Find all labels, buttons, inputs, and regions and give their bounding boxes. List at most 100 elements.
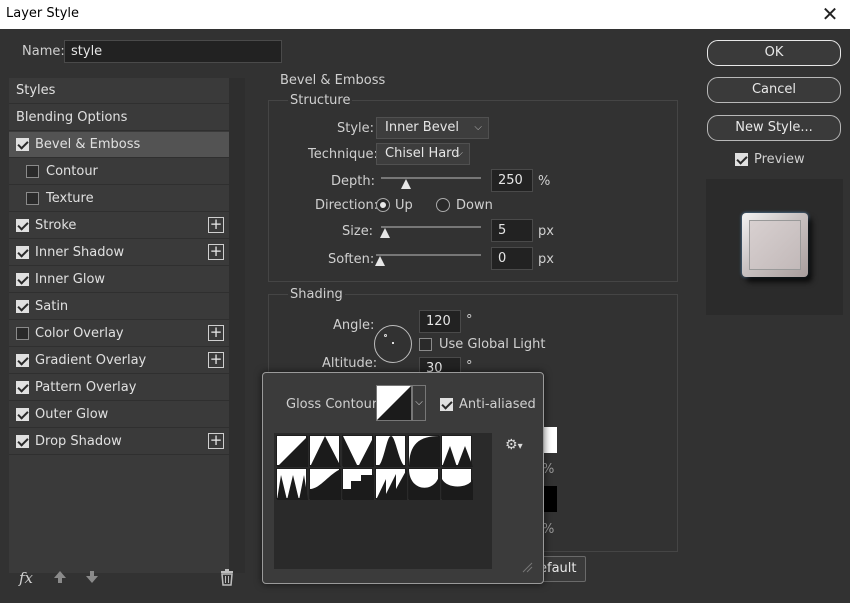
style-item-pattern-overlay[interactable]: Pattern Overlay [9,375,229,401]
contour-rolling-slope[interactable] [309,468,341,500]
style-item-bevel-emboss[interactable]: Bevel & Emboss [9,132,229,158]
direction-down-radio[interactable] [436,198,450,212]
contour-ring-double[interactable] [276,468,308,500]
style-item-gradient-overlay[interactable]: Gradient Overlay + [9,348,229,374]
style-select[interactable]: Inner Bevel ⌵ [376,117,489,139]
move-up-icon[interactable] [52,569,68,589]
direction-up-radio[interactable] [376,198,390,212]
depth-slider[interactable] [381,177,481,179]
style-item-satin[interactable]: Satin [9,294,229,320]
style-item-checkbox[interactable] [16,138,29,151]
style-item-label: Satin [35,299,69,314]
style-item-blending-options[interactable]: Blending Options [9,105,229,131]
chevron-down-icon: ⌵ [455,148,463,159]
size-input[interactable]: 5 [491,219,533,242]
style-item-checkbox[interactable] [16,327,29,340]
style-item-label: Inner Shadow [35,245,125,260]
preview-swatch-face [749,220,801,270]
bevel-heading: Bevel & Emboss [280,73,386,88]
anti-aliased-checkbox[interactable] [440,398,453,411]
cancel-button[interactable]: Cancel [707,77,841,103]
add-effect-icon[interactable]: + [208,352,224,368]
angle-input[interactable]: 120 [419,310,461,333]
style-item-checkbox[interactable] [26,165,39,178]
move-down-icon[interactable] [84,569,100,589]
anti-aliased-label: Anti-aliased [459,397,536,412]
contour-half-round[interactable] [408,435,440,467]
technique-select-value: Chisel Hard [385,146,460,161]
technique-select[interactable]: Chisel Hard ⌵ [376,143,470,165]
style-item-checkbox[interactable] [26,192,39,205]
fx-icon[interactable]: fx [19,569,33,587]
contour-cone[interactable] [309,435,341,467]
global-light-checkbox[interactable] [419,338,432,351]
angle-dial-handle [384,334,387,337]
style-item-contour[interactable]: Contour [9,159,229,185]
contour-cove-deep[interactable] [408,468,440,500]
preview-checkbox[interactable] [735,153,748,166]
style-item-styles[interactable]: Styles [9,78,229,104]
gloss-contour-preview[interactable] [376,385,412,421]
resize-grip-icon[interactable] [521,561,533,573]
trash-icon[interactable] [219,568,235,590]
contour-ring[interactable] [441,435,473,467]
soften-input[interactable]: 0 [491,247,533,270]
style-item-inner-glow[interactable]: Inner Glow [9,267,229,293]
style-item-checkbox[interactable] [16,408,29,421]
contour-gaussian[interactable] [375,435,407,467]
style-item-outer-glow[interactable]: Outer Glow [9,402,229,428]
preview-swatch [742,213,808,277]
new-style-button[interactable]: New Style... [707,115,841,141]
style-item-label: Outer Glow [35,407,109,422]
styles-scrollbar[interactable] [229,78,245,573]
technique-label: Technique: [308,147,378,162]
ok-button[interactable]: OK [707,40,841,66]
style-item-checkbox[interactable] [16,246,29,259]
style-item-color-overlay[interactable]: Color Overlay + [9,321,229,347]
style-item-checkbox[interactable] [16,354,29,367]
style-item-inner-shadow[interactable]: Inner Shadow + [9,240,229,266]
style-item-texture[interactable]: Texture [9,186,229,212]
soften-label: Soften: [328,252,375,267]
style-label: Style: [337,121,375,136]
gloss-contour-dropdown[interactable]: ⌵ [412,385,426,421]
add-effect-icon[interactable]: + [208,325,224,341]
gear-icon[interactable]: ⚙▾ [505,437,523,453]
size-slider-thumb[interactable] [380,228,390,238]
chevron-down-icon: ⌵ [474,122,482,133]
direction-down-label: Down [456,198,493,213]
name-input[interactable]: style [64,40,282,63]
depth-slider-thumb[interactable] [401,179,411,189]
add-effect-icon[interactable]: + [208,217,224,233]
style-item-label: Blending Options [16,110,128,125]
style-item-checkbox[interactable] [16,273,29,286]
style-item-checkbox[interactable] [16,219,29,232]
soften-slider-thumb[interactable] [375,256,385,266]
chevron-down-icon: ⌵ [415,397,423,408]
style-item-checkbox[interactable] [16,381,29,394]
angle-dial-center [392,342,394,344]
depth-input[interactable]: 250 [491,169,533,192]
contour-cove-shallow[interactable] [441,468,473,500]
style-item-stroke[interactable]: Stroke + [9,213,229,239]
add-effect-icon[interactable]: + [208,433,224,449]
add-effect-icon[interactable]: + [208,244,224,260]
contour-rounded-steps[interactable] [342,468,374,500]
angle-dial[interactable] [374,325,412,363]
style-item-checkbox[interactable] [16,300,29,313]
gloss-contour-popup: Gloss Contour: ⌵ Anti-aliased ⚙▾ [262,372,544,584]
style-item-label: Stroke [35,218,77,233]
style-item-label: Gradient Overlay [35,353,147,368]
contour-linear[interactable] [276,435,308,467]
depth-label: Depth: [331,174,375,189]
shading-heading: Shading [288,287,345,302]
contour-cone-inverted[interactable] [342,435,374,467]
size-slider[interactable] [381,226,481,228]
soften-slider[interactable] [376,254,481,256]
contour-sawtooth[interactable] [375,468,407,500]
close-icon[interactable]: ✕ [818,2,842,26]
style-item-drop-shadow[interactable]: Drop Shadow + [9,429,229,455]
style-item-checkbox[interactable] [16,435,29,448]
altitude-input[interactable]: 30 [419,357,461,373]
style-item-label: Bevel & Emboss [35,137,141,152]
